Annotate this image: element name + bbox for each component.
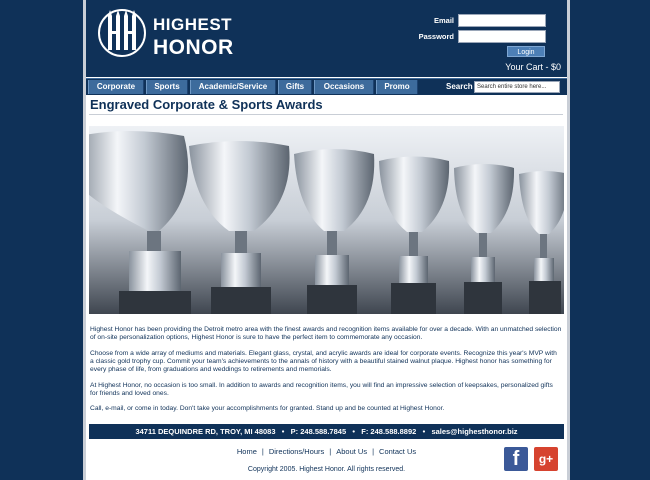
nav-item-sports[interactable]: Sports [146, 80, 188, 94]
email-field[interactable] [458, 14, 546, 27]
nav-item-gifts[interactable]: Gifts [278, 80, 312, 94]
email-label: Email [433, 16, 454, 25]
main-nav: Corporate Sports Academic/Service Gifts … [86, 78, 567, 95]
footer-separator: | [261, 447, 264, 456]
trophy-banner-image [89, 126, 564, 314]
site-header: HIGHEST HONOR Email Password Login Your … [86, 0, 567, 77]
search-input[interactable]: Search entire store here... [474, 81, 560, 93]
password-label: Password [418, 32, 454, 41]
intro-copy: Highest Honor has been providing the Det… [90, 326, 562, 421]
footer-link-about-us[interactable]: About Us [336, 447, 367, 456]
nav-item-academic-service[interactable]: Academic/Service [190, 80, 276, 94]
page-title: Engraved Corporate & Sports Awards [90, 97, 323, 112]
contact-fax: F: 248.588.8892 [361, 427, 417, 436]
password-field[interactable] [458, 30, 546, 43]
copyright-text: Copyright 2005. Highest Honor. All right… [247, 466, 406, 473]
intro-paragraph-1: Highest Honor has been providing the Det… [90, 326, 562, 342]
footer-nav: Home | Directions/Hours | About Us | Contact U… [86, 447, 567, 456]
search-label: Search [446, 82, 473, 91]
footer-separator: | [372, 447, 375, 456]
site-logo[interactable]: HIGHEST HONOR [96, 6, 236, 60]
footer-link-contact-us[interactable]: Contact Us [379, 447, 416, 456]
facebook-icon[interactable]: f [504, 447, 528, 471]
footer-link-directions-hours[interactable]: Directions/Hours [269, 447, 324, 456]
title-divider [89, 114, 563, 115]
footer-link-home[interactable]: Home [237, 447, 257, 456]
nav-item-occasions[interactable]: Occasions [314, 80, 374, 94]
intro-paragraph-3: At Highest Honor, no occasion is too sma… [90, 381, 553, 397]
google-plus-icon[interactable]: g+ [534, 447, 558, 471]
login-button[interactable]: Login [507, 46, 545, 57]
logo-line-2: HONOR [153, 36, 234, 59]
cart-link[interactable]: Your Cart - $0 [481, 62, 561, 72]
logo-line-1: HIGHEST [153, 15, 233, 34]
nav-item-promo[interactable]: Promo [376, 80, 418, 94]
contact-bar: 34711 DEQUINDRE RD, TROY, MI 48083 • P: … [89, 424, 564, 439]
nav-item-corporate[interactable]: Corporate [88, 80, 144, 94]
footer-separator: | [329, 447, 332, 456]
intro-paragraph-2: Choose from a wide array of mediums and … [90, 349, 557, 373]
logo-emblem-icon [98, 9, 146, 57]
intro-paragraph-4: Call, e-mail, or come in today. Don't ta… [90, 405, 445, 413]
contact-email[interactable]: sales@highesthonor.biz [431, 427, 517, 436]
trophy-cups-photo-icon [89, 126, 564, 314]
contact-address: 34711 DEQUINDRE RD, TROY, MI 48083 [135, 427, 276, 436]
page-container: HIGHEST HONOR Email Password Login Your … [83, 0, 570, 480]
contact-phone: P: 248.588.7845 [290, 427, 347, 436]
